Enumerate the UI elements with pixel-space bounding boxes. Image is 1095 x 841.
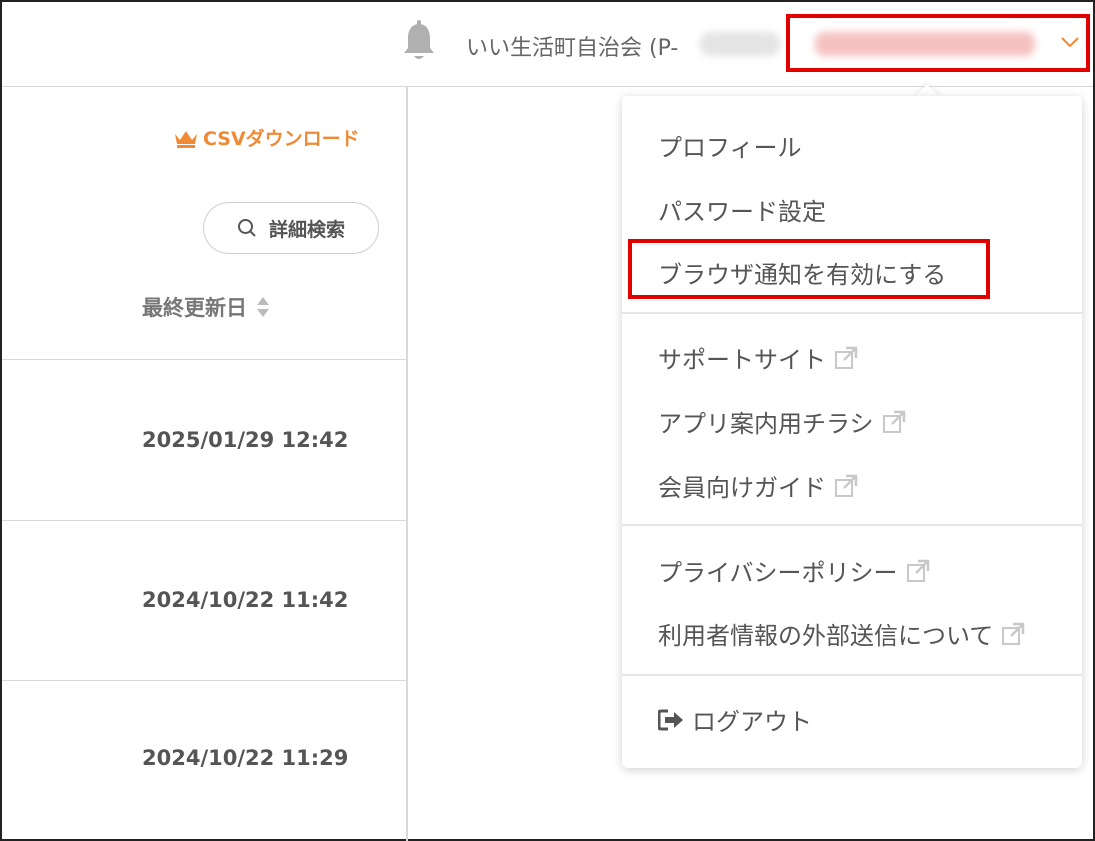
column-header-updated-at[interactable]: 最終更新日 [142, 292, 271, 322]
bell-icon[interactable] [400, 20, 438, 64]
menu-item-external-transmission[interactable]: 利用者情報の外部送信について [658, 616, 1025, 651]
menu-item-label: プライバシーポリシー [658, 559, 898, 587]
organization-name: いい生活町自治会 (P- [466, 36, 679, 61]
menu-separator [622, 524, 1082, 526]
notification-item-highlight [628, 239, 990, 299]
menu-separator [622, 312, 1082, 314]
sort-icon[interactable] [255, 295, 271, 319]
search-icon [237, 219, 256, 237]
table-row-date: 2024/10/22 11:29 [142, 746, 349, 770]
menu-item-label: アプリ案内用チラシ [658, 410, 874, 438]
menu-item-label: 利用者情報の外部送信について [658, 622, 994, 650]
menu-item-profile[interactable]: プロフィール [658, 128, 802, 163]
csv-download-link[interactable]: CSVダウンロード [173, 124, 360, 151]
csv-download-label: CSVダウンロード [203, 128, 360, 150]
menu-item-member-guide[interactable]: 会員向けガイド [658, 468, 858, 503]
external-link-icon [906, 559, 929, 582]
table-row-divider [2, 680, 406, 681]
menu-item-logout[interactable]: ログアウト [658, 702, 812, 737]
external-link-icon [1002, 622, 1025, 645]
menu-item-support-site[interactable]: サポートサイト [658, 340, 858, 375]
advanced-search-label: 詳細検索 [268, 218, 345, 241]
external-link-icon [835, 346, 858, 369]
menu-separator [622, 674, 1082, 676]
table-row-divider [2, 359, 406, 360]
crown-icon [175, 130, 197, 148]
menu-item-label: パスワード設定 [658, 198, 826, 226]
external-link-icon [835, 474, 858, 497]
menu-item-label: サポートサイト [658, 346, 826, 374]
menu-item-label: 会員向けガイド [658, 474, 826, 502]
table-row-date: 2025/01/29 12:42 [142, 428, 349, 452]
column-header-label: 最終更新日 [142, 296, 247, 320]
menu-item-password[interactable]: パスワード設定 [658, 192, 826, 227]
external-link-icon [882, 410, 905, 433]
menu-item-label: プロフィール [658, 134, 802, 162]
menu-item-privacy-policy[interactable]: プライバシーポリシー [658, 553, 930, 588]
table-row-date: 2024/10/22 11:42 [142, 588, 349, 612]
sign-out-icon [658, 709, 683, 730]
menu-item-label: ログアウト [692, 708, 812, 736]
organization-id-redacted [700, 32, 780, 56]
user-menu-highlight [786, 14, 1090, 72]
menu-item-app-flyer[interactable]: アプリ案内用チラシ [658, 404, 906, 439]
table-row-divider [2, 520, 406, 521]
advanced-search-button[interactable]: 詳細検索 [203, 202, 379, 254]
user-dropdown-menu: プロフィール パスワード設定 ブラウザ通知を有効にする サポートサイト アプリ案… [622, 96, 1082, 768]
column-divider [406, 87, 408, 841]
